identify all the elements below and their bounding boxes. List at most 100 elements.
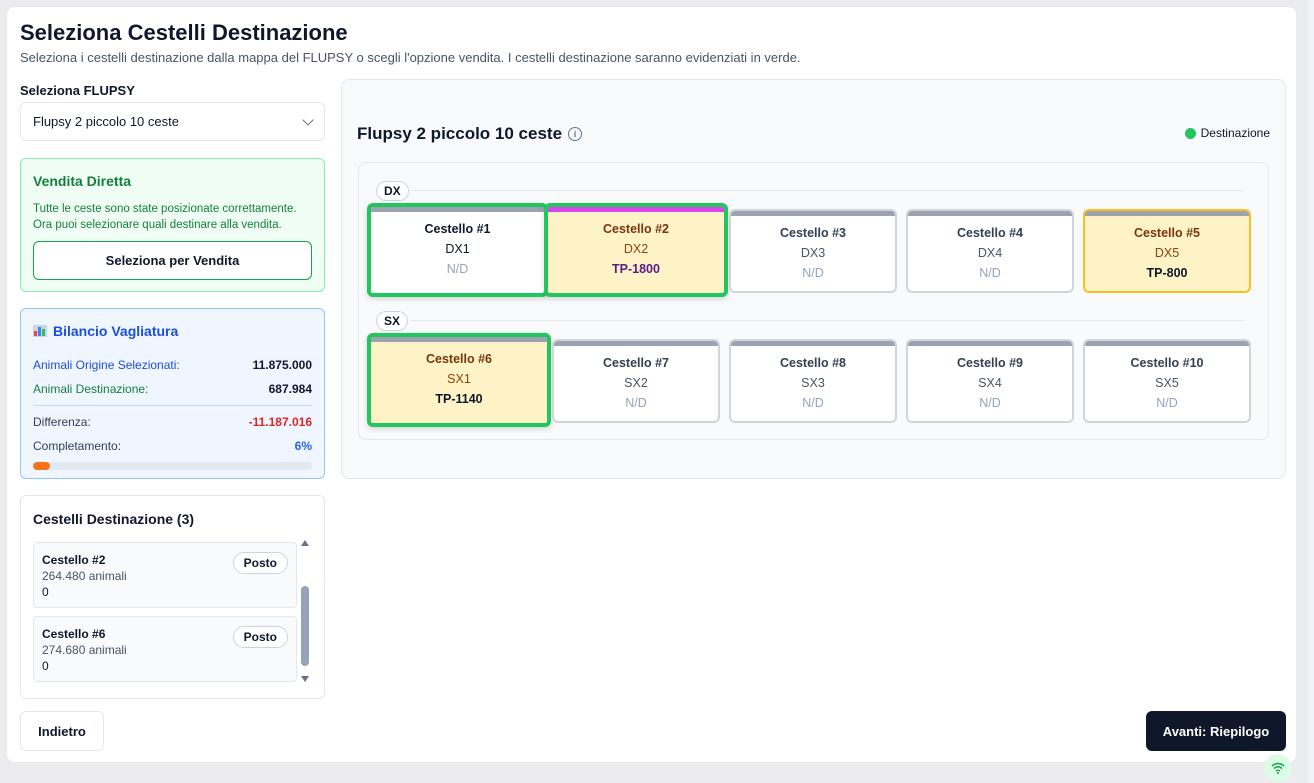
legend: Destinazione [1184,126,1270,140]
basket-cell-4[interactable]: Cestello #4 DX4 N/D [906,209,1074,293]
basket-position: DX1 [445,242,470,256]
map-title-wrap: Flupsy 2 piccolo 10 ceste i [357,124,583,144]
list-scrollbar[interactable] [300,540,310,682]
posto-badge: Posto [232,552,288,574]
flupsy-select-value: Flupsy 2 piccolo 10 ceste [33,114,179,129]
posto-badge: Posto [232,626,288,648]
origine-row: Animali Origine Selezionati: 11.875.000 [33,353,312,377]
vendita-title: Vendita Diretta [33,173,132,189]
dialog: Seleziona Cestelli Destinazione Selezion… [6,6,1297,763]
wifi-icon[interactable] [1264,754,1292,782]
basket-name: Cestello #9 [956,356,1023,370]
basket-name: Cestello #1 [424,222,491,236]
basket-grid: DX SX Cestello #1 DX1 N/D Cestello #2 DX… [358,162,1269,440]
seleziona-vendita-button[interactable]: Seleziona per Vendita [33,241,312,280]
scroll-down-icon[interactable] [301,676,309,682]
page-scrollbar-track [1308,0,1314,783]
row-divider [411,320,1244,321]
vendita-line-1: Tutte le ceste sono state posizionate co… [33,203,297,215]
basket-code: TP-800 [1146,266,1188,280]
basket-name: Cestello #6 [425,352,492,366]
row-divider [411,190,1244,191]
dialog-title: Seleziona Cestelli Destinazione [20,20,348,45]
basket-cell-8[interactable]: Cestello #8 SX3 N/D [729,339,897,423]
basket-cell-10[interactable]: Cestello #10 SX5 N/D [1083,339,1251,423]
basket-position: SX3 [801,376,825,390]
destinazione-label: Animali Destinazione: [33,382,149,396]
differenza-label: Differenza: [33,415,91,429]
basket-cell-3[interactable]: Cestello #3 DX3 N/D [729,209,897,293]
destinazione-list: Cestello #2 264.480 animali 0 Posto Cest… [33,542,297,690]
legend-dot [1184,127,1196,139]
basket-code: N/D [446,262,469,276]
completamento-value: 6% [294,439,312,453]
scroll-thumb[interactable] [301,586,309,666]
basket-name: Cestello #10 [1130,356,1204,370]
flupsy-map: Flupsy 2 piccolo 10 ceste i Destinazione… [341,79,1286,479]
basket-position: SX2 [624,376,648,390]
row-label-sx: SX [376,311,409,331]
basket-position: DX3 [800,246,826,260]
next-button[interactable]: Avanti: Riepilogo [1146,711,1286,751]
dest-item-extra: 0 [42,585,49,599]
basket-code: N/D [979,266,1001,280]
basket-position: SX4 [978,376,1002,390]
divider [33,405,312,406]
list-item: Cestello #2 264.480 animali 0 Posto [33,542,297,608]
completamento-label: Completamento: [33,439,122,453]
row-label-dx: DX [376,181,409,201]
progress-fill [33,462,50,470]
basket-position: DX4 [977,246,1003,260]
basket-name: Cestello #5 [1133,226,1200,240]
basket-cell-1[interactable]: Cestello #1 DX1 N/D [367,203,548,297]
cestelli-destinazione-panel: Cestelli Destinazione (3) Cestello #2 26… [20,495,325,699]
vendita-line-2: Ora puoi selezionare quali destinare all… [33,219,282,231]
origine-label: Animali Origine Selezionati: [33,358,180,372]
dest-item-extra: 0 [42,659,49,673]
basket-cell-6[interactable]: Cestello #6 SX1 TP-1140 [367,333,551,427]
basket-position: SX5 [1155,376,1179,390]
basket-cell-7[interactable]: Cestello #7 SX2 N/D [552,339,720,423]
destinazione-row: Animali Destinazione: 687.984 [33,377,312,401]
basket-code: TP-1800 [612,262,660,276]
basket-code: TP-1140 [435,392,483,406]
wifi-glyph [1271,762,1285,774]
basket-name: Cestello #8 [779,356,846,370]
basket-cell-9[interactable]: Cestello #9 SX4 N/D [906,339,1074,423]
completamento-row: Completamento: 6% [33,434,312,458]
bilancio-panel: Bilancio Vagliatura Animali Origine Sele… [20,308,325,479]
bilancio-header: Bilancio Vagliatura [33,323,312,339]
left-panel: Seleziona FLUPSY Flupsy 2 piccolo 10 ces… [20,83,325,699]
basket-name: Cestello #7 [602,356,669,370]
basket-cell-5[interactable]: Cestello #5 DX5 TP-800 [1083,209,1251,293]
completamento-progress [33,462,312,470]
basket-position: DX2 [623,242,649,256]
map-title: Flupsy 2 piccolo 10 ceste [357,124,563,143]
flupsy-select-label: Seleziona FLUPSY [20,83,135,98]
basket-code: N/D [802,396,824,410]
basket-code: N/D [979,396,1001,410]
differenza-value: -11.187.016 [248,415,312,429]
scroll-up-icon[interactable] [301,540,309,546]
basket-code: N/D [625,396,647,410]
destinazione-value: 687.984 [268,382,312,396]
basket-name: Cestello #4 [956,226,1023,240]
chevron-down-icon [302,113,314,126]
back-button[interactable]: Indietro [20,711,104,751]
basket-code: N/D [1156,396,1178,410]
vendita-diretta-panel: Vendita Diretta Tutte le ceste sono stat… [20,158,325,292]
flupsy-select[interactable]: Flupsy 2 piccolo 10 ceste [20,102,325,141]
basket-cell-2[interactable]: Cestello #2 DX2 TP-1800 [544,203,728,297]
basket-code: N/D [802,266,824,280]
info-icon[interactable]: i [568,127,583,141]
basket-name: Cestello #3 [779,226,846,240]
destinazione-title: Cestelli Destinazione (3) [33,511,195,527]
dialog-subtitle: Seleziona i cestelli destinazione dalla … [20,50,801,65]
basket-position: DX5 [1154,246,1180,260]
bar-chart-icon [33,325,47,337]
list-item: Cestello #6 274.680 animali 0 Posto [33,616,297,682]
differenza-row: Differenza: -11.187.016 [33,410,312,434]
basket-position: SX1 [447,372,471,386]
origine-value: 11.875.000 [252,358,312,372]
bilancio-title: Bilancio Vagliatura [53,323,179,339]
